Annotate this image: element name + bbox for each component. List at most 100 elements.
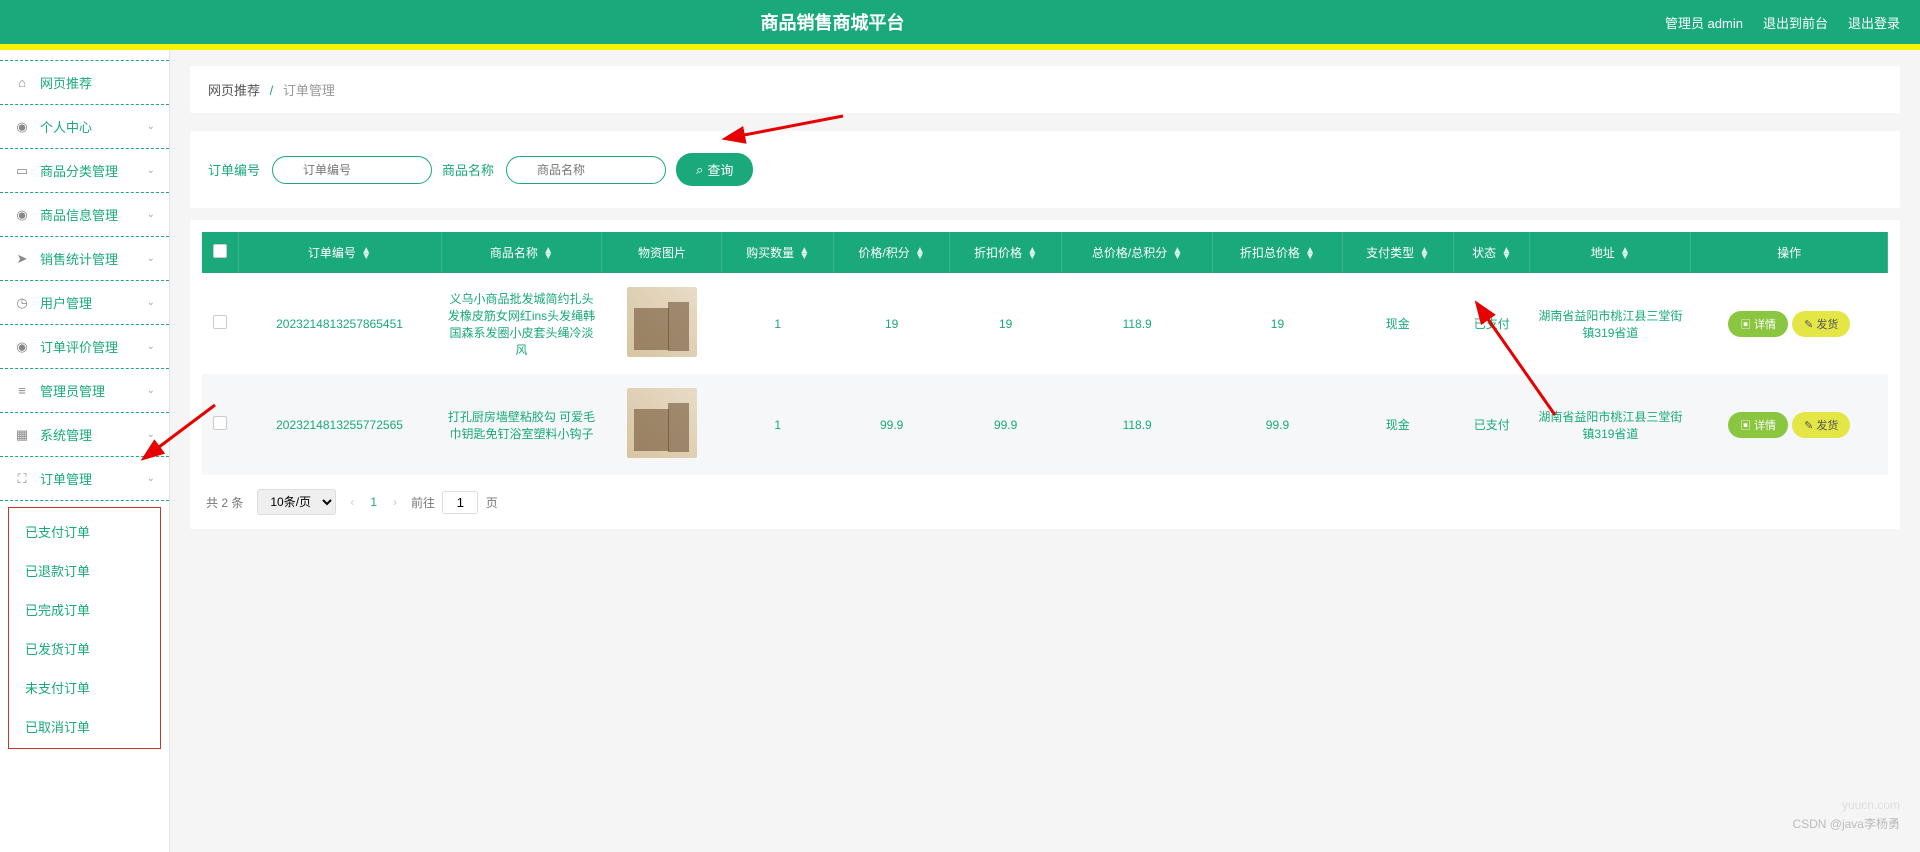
cell-price: 99.9 [833,374,949,475]
current-page[interactable]: 1 [364,495,383,509]
expand-icon: ⛶ [14,471,30,487]
submenu-item-1[interactable]: 已退款订单 [9,551,160,590]
col-header[interactable]: 订单编号 ▲▼ [238,232,441,273]
page-jump-input[interactable] [442,491,478,514]
cell-product-name: 义乌小商品批发城简约扎头发橡皮筋女网红ins头发绳韩国森系发圈小皮套头绳冷淡风 [441,273,602,374]
cell-disc-total: 19 [1213,273,1342,374]
page-jump: 前往 页 [411,491,498,514]
cell-address: 湖南省益阳市桃江县三堂街镇319省道 [1530,273,1691,374]
logout-link[interactable]: 退出登录 [1848,13,1900,32]
col-header[interactable]: 折扣价格 ▲▼ [950,232,1062,273]
cell-pay-type: 现金 [1342,273,1454,374]
cell-qty: 1 [722,273,834,374]
search-button[interactable]: ⌕ 查询 [676,153,753,186]
col-header[interactable]: 商品名称 ▲▼ [441,232,602,273]
cell-status: 已支付 [1454,374,1530,475]
send-icon: ➤ [14,251,30,267]
row-checkbox[interactable] [213,416,227,430]
table-row: 2023214813257865451义乌小商品批发城简约扎头发橡皮筋女网红in… [202,273,1888,374]
cell-product-name: 打孔厨房墙壁粘胶勾 可爱毛巾钥匙免钉浴室塑料小钩子 [441,374,602,475]
ship-button[interactable]: ✎ 发货 [1792,311,1850,337]
product-name-label: 商品名称 [442,160,494,179]
cell-order-no: 2023214813255772565 [238,374,441,475]
cell-disc-price: 19 [950,273,1062,374]
sidebar-item-label: 网页推荐 [40,73,92,92]
sidebar-item-label: 用户管理 [40,293,92,312]
sidebar-item-0[interactable]: ⌂网页推荐 [0,60,169,105]
product-image [627,388,697,458]
chevron-down-icon: ⌄ [147,341,155,352]
submenu-item-0[interactable]: 已支付订单 [9,512,160,551]
table-row: 2023214813255772565打孔厨房墙壁粘胶勾 可爱毛巾钥匙免钉浴室塑… [202,374,1888,475]
sidebar-item-2[interactable]: ▭商品分类管理⌄ [0,149,169,193]
sidebar: ⌂网页推荐◉个人中心⌄▭商品分类管理⌄◉商品信息管理⌄➤销售统计管理⌄◷用户管理… [0,50,170,852]
ship-button[interactable]: ✎ 发货 [1792,412,1850,438]
detail-button[interactable]: ▣ 详情 [1728,412,1788,438]
cell-image [602,374,722,475]
col-header[interactable]: 状态 ▲▼ [1454,232,1530,273]
sidebar-item-5[interactable]: ◷用户管理⌄ [0,281,169,325]
chevron-down-icon: ⌄ [147,121,155,132]
sort-icon: ▲▼ [543,248,553,260]
sidebar-item-9[interactable]: ⛶订单管理⌄ [0,457,169,501]
submenu-item-2[interactable]: 已完成订单 [9,590,160,629]
sort-icon: ▲▼ [1027,248,1037,260]
page-size-select[interactable]: 10条/页 [257,489,336,515]
search-bar: 订单编号 商品名称 ⌕ 查询 [190,131,1900,208]
row-checkbox[interactable] [213,315,227,329]
col-header[interactable]: 支付类型 ▲▼ [1342,232,1454,273]
chevron-down-icon: ⌄ [147,209,155,220]
breadcrumb: 网页推荐 / 订单管理 [190,66,1900,113]
product-name-input[interactable] [506,156,666,184]
sidebar-item-label: 系统管理 [40,425,92,444]
sidebar-item-1[interactable]: ◉个人中心⌄ [0,105,169,149]
exit-front-link[interactable]: 退出到前台 [1763,13,1828,32]
cell-qty: 1 [722,374,834,475]
col-header[interactable]: 购买数量 ▲▼ [722,232,834,273]
order-submenu: 已支付订单已退款订单已完成订单已发货订单未支付订单已取消订单 [8,507,161,749]
col-header[interactable]: 总价格/总积分 ▲▼ [1061,232,1213,273]
admin-label[interactable]: 管理员 admin [1665,13,1743,32]
breadcrumb-root[interactable]: 网页推荐 [208,83,260,98]
detail-button[interactable]: ▣ 详情 [1728,311,1788,337]
submenu-item-5[interactable]: 已取消订单 [9,707,160,746]
header: 商品销售商城平台 管理员 admin 退出到前台 退出登录 [0,0,1920,44]
sidebar-item-3[interactable]: ◉商品信息管理⌄ [0,193,169,237]
pagination: 共 2 条 10条/页 ‹ 1 › 前往 页 [202,475,1888,521]
select-all-checkbox[interactable] [213,244,227,258]
cell-actions: ▣ 详情✎ 发货 [1691,273,1888,374]
col-header[interactable]: 物资图片 [602,232,722,273]
sidebar-item-6[interactable]: ◉ 订单评价管理 ⌄ [0,325,169,369]
sidebar-item-label: 订单评价管理 [40,337,118,356]
sort-icon: ▲▼ [1305,248,1315,260]
col-header[interactable]: 价格/积分 ▲▼ [833,232,949,273]
cell-address: 湖南省益阳市桃江县三堂街镇319省道 [1530,374,1691,475]
chevron-down-icon: ⌄ [147,253,155,264]
col-header[interactable]: 地址 ▲▼ [1530,232,1691,273]
submenu-item-4[interactable]: 未支付订单 [9,668,160,707]
submenu-item-3[interactable]: 已发货订单 [9,629,160,668]
breadcrumb-current: 订单管理 [283,83,335,98]
sidebar-item-4[interactable]: ➤销售统计管理⌄ [0,237,169,281]
sort-icon: ▲▼ [361,248,371,260]
sidebar-item-7[interactable]: ≡管理员管理⌄ [0,369,169,413]
order-no-input[interactable] [272,156,432,184]
cell-disc-total: 99.9 [1213,374,1342,475]
sort-icon: ▲▼ [1501,248,1511,260]
header-right: 管理员 admin 退出到前台 退出登录 [1665,13,1920,32]
cell-disc-price: 99.9 [950,374,1062,475]
product-image [627,287,697,357]
sidebar-item-8[interactable]: ▦系统管理⌄ [0,413,169,457]
prev-page[interactable]: ‹ [350,495,354,509]
cell-status: 已支付 [1454,273,1530,374]
sort-icon: ▲▼ [1419,248,1429,260]
col-header[interactable]: 折扣总价格 ▲▼ [1213,232,1342,273]
cell-total: 118.9 [1061,273,1213,374]
next-page[interactable]: › [393,495,397,509]
col-header[interactable]: 操作 [1691,232,1888,273]
box-icon: ▦ [14,427,30,443]
orders-table: 订单编号 ▲▼商品名称 ▲▼物资图片购买数量 ▲▼价格/积分 ▲▼折扣价格 ▲▼… [202,232,1888,475]
breadcrumb-sep: / [270,83,274,98]
sidebar-item-label: 商品信息管理 [40,205,118,224]
user-icon: ◉ [14,339,30,355]
